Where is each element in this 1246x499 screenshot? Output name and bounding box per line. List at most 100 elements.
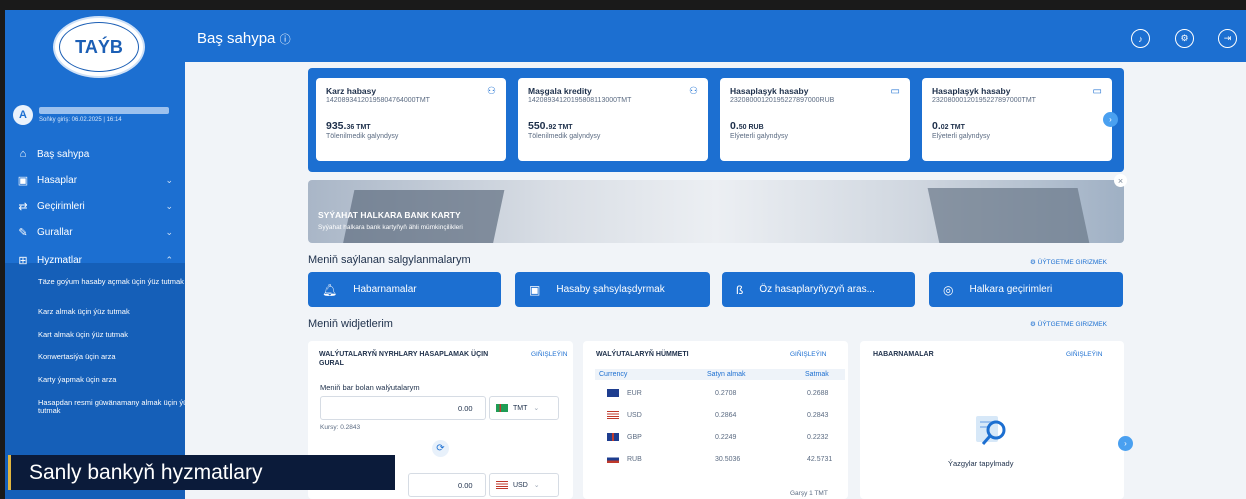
last-login: Soňky giriş: 06.02.2025 | 16:14	[39, 117, 122, 123]
wallet-icon: ▣	[17, 174, 29, 187]
amount-decimal: 02 TMT	[940, 124, 965, 131]
submenu-item[interactable]: Täze goýum hasaby açmak üçin ýüz tutmak	[38, 278, 198, 286]
account-number: 23208000120195227897000TMT	[932, 97, 1036, 104]
account-card[interactable]: Karz habasy 14208934120195804764000TMT 9…	[316, 78, 506, 161]
calculator-title: WALÝUTALARYŇ NYRHLARY HASAPLAMAK ÜÇIN	[319, 351, 489, 358]
submenu-item[interactable]: Hasapdan resmi güwänamany almak üçin ýüz…	[38, 399, 198, 415]
buy-rate: 0.2864	[715, 412, 737, 419]
chevron-up-icon: ⌃	[165, 254, 173, 265]
rates-details-link[interactable]: GIŇIŞLEÝIN	[790, 351, 826, 358]
widgets-settings-link[interactable]: ⚙ ÜÝTGETME GIRIZMEK	[1030, 320, 1107, 328]
currency-code: EUR	[627, 390, 642, 397]
amount-main: 935.	[326, 120, 347, 132]
favorites-settings-link[interactable]: ⚙ ÜÝTGETME GIRIZMEK	[1030, 258, 1107, 266]
sell-rate: 0.2688	[807, 390, 829, 397]
amount-value-2: 0.00	[458, 481, 473, 490]
account-amount: 935.36 TMT	[326, 120, 496, 132]
account-title: Karz habasy	[326, 86, 377, 96]
wallet-icon: ▭	[1092, 86, 1102, 97]
tools-icon: ✎	[18, 226, 28, 239]
widgets-next-button[interactable]: ›	[1118, 436, 1133, 451]
notifications-title: HABARNAMALAR	[873, 351, 934, 358]
help-icon[interactable]: ⓘ	[280, 34, 291, 46]
flag-gb-icon	[607, 433, 624, 441]
promo-banner[interactable]: SYÝAHAT HALKARA BANK KARTY Syýahat halka…	[308, 180, 1124, 243]
buy-rate: 0.2249	[715, 434, 737, 441]
currency-code: USD	[627, 412, 642, 419]
col-buy: Satyn almak	[707, 371, 746, 378]
close-icon[interactable]: ×	[1114, 174, 1127, 187]
banner-image-laptop	[927, 188, 1091, 243]
submenu-item[interactable]: Karty ýapmak üçin arza	[38, 376, 198, 384]
favorite-button-personalize[interactable]: ▣ Hasaby şahsylaşdyrmak	[515, 272, 710, 307]
wallet-icon: ▣	[529, 282, 541, 297]
loan-icon: ⚇	[689, 86, 698, 97]
accounts-next-button[interactable]: ›	[1103, 112, 1118, 127]
account-subtitle: Elýeterli galyndysy	[932, 133, 990, 140]
bell-icon[interactable]: ♪	[1131, 29, 1150, 48]
calculator-details-link[interactable]: GIŇIŞLEÝIN	[531, 351, 567, 358]
col-sell: Satmak	[805, 371, 829, 378]
favorite-button-international[interactable]: ◎ Halkara geçirimleri	[929, 272, 1123, 307]
sidebar-item-services[interactable]: ⊞ Hyzmatlar ⌃	[5, 247, 185, 273]
favorite-label: Halkara geçirimleri	[969, 284, 1053, 295]
amount-main: 550.	[528, 120, 549, 132]
sidebar-item-home[interactable]: ⌂ Baş sahypa	[5, 141, 185, 167]
banner-subtitle: Syýahat halkara bank kartyňyň ähli mümki…	[318, 224, 463, 231]
top-header: Baş sahypa ⓘ ♪ ⚙ ⇥	[185, 10, 1246, 62]
account-card[interactable]: Hasaplaşyk hasaby 2320800012019522789700…	[922, 78, 1112, 161]
logout-icon[interactable]: ⇥	[1218, 29, 1237, 48]
sidebar-item-tools[interactable]: ✎ Gurallar ⌄	[5, 219, 185, 245]
col-currency: Currency	[599, 371, 628, 378]
sidebar-item-label: Hasaplar	[37, 174, 78, 186]
favorite-button-own-transfer[interactable]: ß Öz hasaplaryňyzyň aras...	[722, 272, 915, 307]
sell-rate: 0.2232	[807, 434, 829, 441]
account-subtitle: Tölenilmedik galyndysy	[528, 133, 601, 140]
account-card[interactable]: Maşgala kredity 14208934120195808113000T…	[518, 78, 708, 161]
empty-search-icon	[976, 416, 1006, 445]
swap-icon[interactable]: ⟳	[432, 440, 449, 457]
sidebar-item-label: Geçirimleri	[37, 200, 85, 212]
transfer-icon: ß	[736, 282, 744, 297]
submenu-item[interactable]: Konwertasiýa üçin arza	[38, 353, 198, 361]
submenu-item[interactable]: Karz almak üçin ýüz tutmak	[38, 308, 198, 316]
amount-input-2[interactable]	[408, 473, 486, 497]
avatar[interactable]: A	[13, 105, 33, 125]
banner-title: SYÝAHAT HALKARA BANK KARTY	[318, 210, 461, 220]
currency-code: RUB	[627, 456, 642, 463]
table-row: GBP 0.2249 0.2232	[595, 427, 845, 449]
account-title: Maşgala kredity	[528, 86, 592, 96]
account-card[interactable]: Hasaplaşyk hasaby 2320800012019522789700…	[720, 78, 910, 161]
amount-main: 0.	[730, 120, 739, 132]
widgets-title: Meniň widjetlerim	[308, 318, 393, 330]
amount-value-1: 0.00	[458, 404, 473, 413]
settings-link-text: ÜÝTGETME GIRIZMEK	[1037, 259, 1107, 266]
flag-tm-icon	[496, 404, 508, 412]
chevron-down-icon: ⌄	[165, 226, 173, 237]
page-title: Baş sahypa ⓘ	[197, 30, 291, 47]
settings-icon[interactable]: ⚙	[1175, 29, 1194, 48]
favorite-button-notifications[interactable]: 🔔︎ Habarnamalar	[308, 272, 501, 307]
home-icon: ⌂	[19, 148, 27, 160]
notifications-details-link[interactable]: GIŇIŞLEÝIN	[1066, 351, 1102, 358]
account-amount: 0.02 TMT	[932, 120, 1102, 132]
sidebar-item-accounts[interactable]: ▣ Hasaplar ⌄	[5, 167, 185, 193]
favorites-title: Meniň saýlanan salgylanmalarym	[308, 254, 471, 266]
exchange-rate: Kursy: 0.2843	[320, 424, 361, 431]
account-number: 14208934120195808113000TMT	[528, 97, 632, 104]
currency-select-2[interactable]: USD ⌄	[489, 473, 559, 497]
grid-icon: ⊞	[18, 254, 28, 267]
table-row: RUB 30.5036 42.5731	[595, 449, 845, 471]
page-title-text: Baş sahypa	[197, 30, 276, 47]
sidebar-item-transfers[interactable]: ⇄ Geçirimleri ⌄	[5, 193, 185, 219]
currency-select-1[interactable]: TMT ⌄	[489, 396, 559, 420]
account-subtitle: Elýeterli galyndysy	[730, 133, 788, 140]
rates-table-header: Currency Satyn almak Satmak	[595, 369, 845, 380]
user-info: A Soňky giriş: 06.02.2025 | 16:14	[13, 105, 181, 127]
buy-rate: 30.5036	[715, 456, 741, 463]
bank-logo[interactable]: TAÝB	[53, 16, 145, 78]
currency-field-label: Meniň bar bolan walýutalarym	[320, 383, 420, 392]
accounts-panel: Karz habasy 14208934120195804764000TMT 9…	[308, 68, 1124, 172]
account-subtitle: Tölenilmedik galyndysy	[326, 133, 399, 140]
submenu-item[interactable]: Kart almak üçin ýüz tutmak	[38, 331, 198, 339]
